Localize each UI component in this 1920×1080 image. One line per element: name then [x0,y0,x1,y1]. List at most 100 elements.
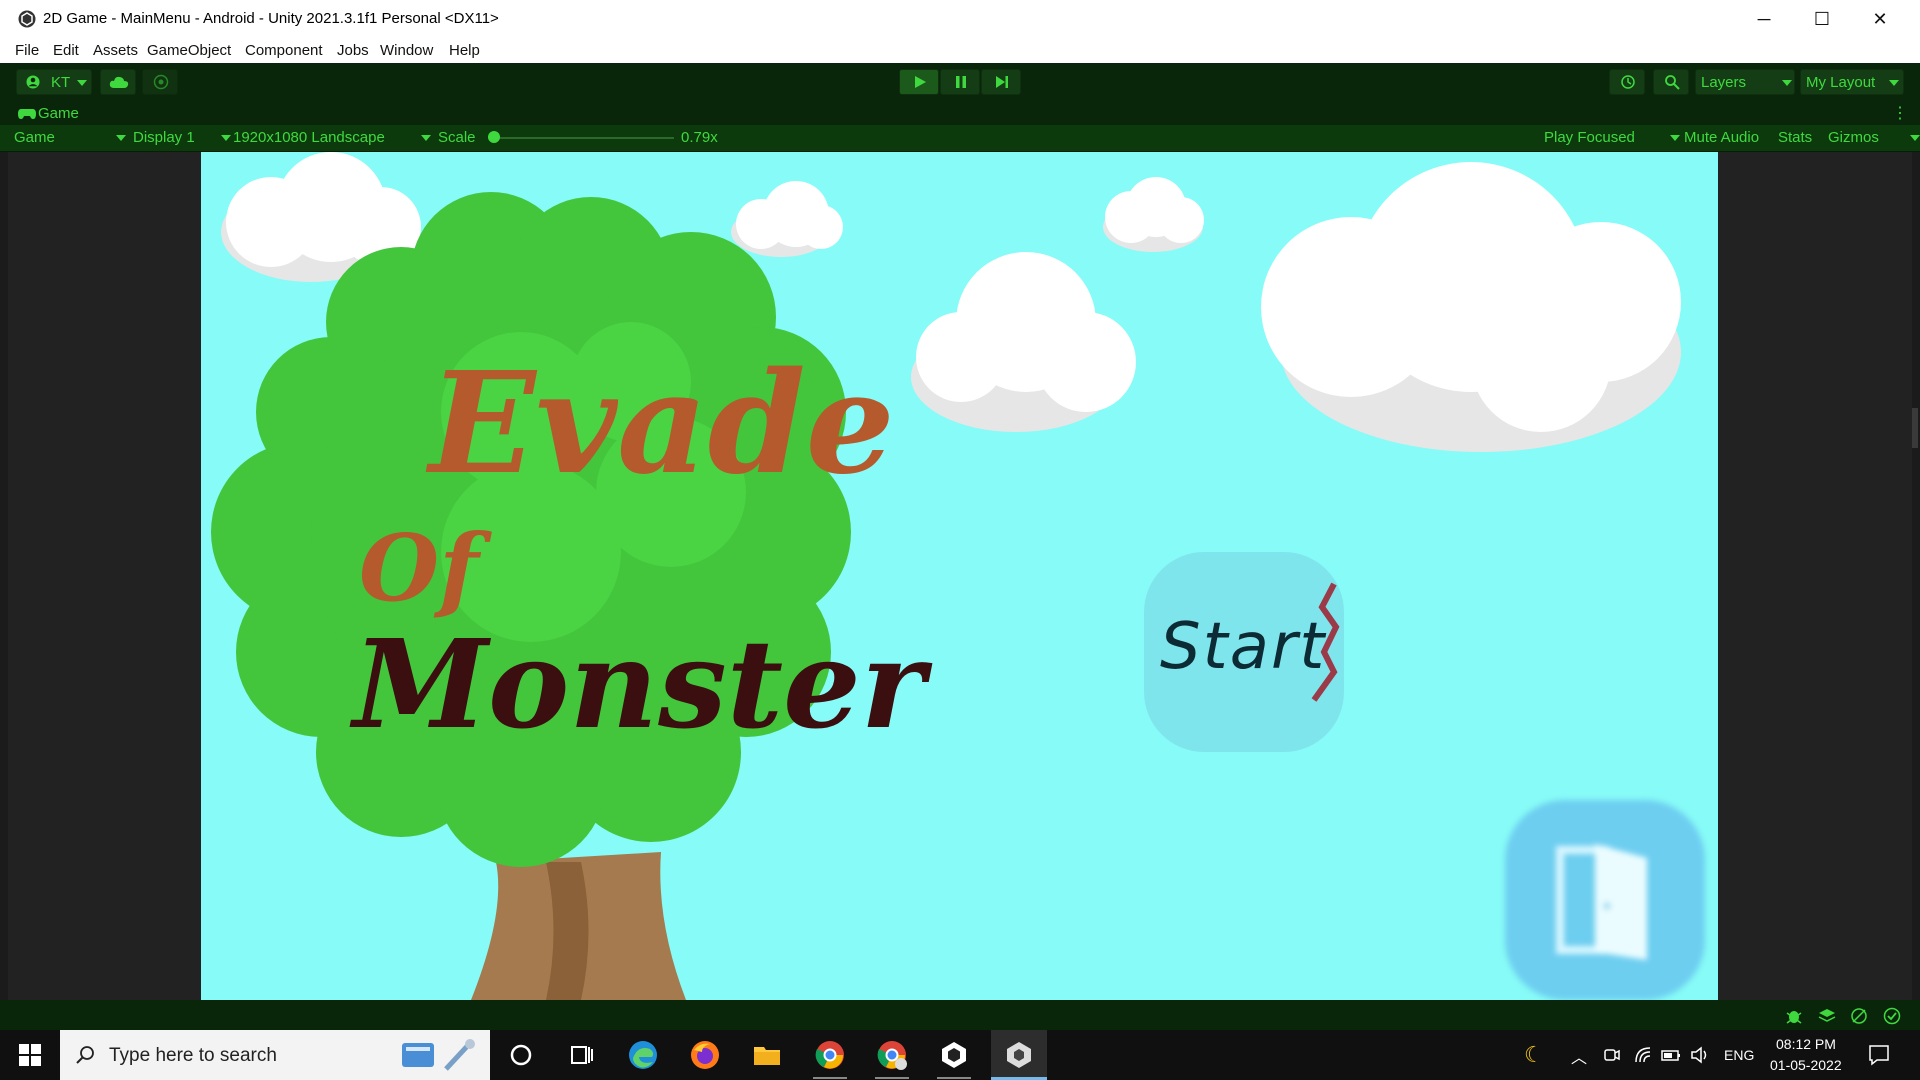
app-running-indicator [937,1077,971,1079]
cloud [731,181,843,257]
game-view-controls: Game Display 1 1920x1080 Landscape Scale… [0,125,1920,152]
scale-slider[interactable] [488,131,674,143]
step-icon [996,76,1008,88]
volume-icon[interactable] [1690,1046,1710,1064]
edge-icon[interactable] [628,1040,658,1070]
scale-value: 0.79x [681,129,718,146]
unity-editor-icon[interactable] [1004,1040,1034,1070]
gizmos-dropdown[interactable]: Gizmos [1828,129,1920,146]
menu-edit[interactable]: Edit [53,42,79,59]
play-icon [915,76,926,88]
menu-component[interactable]: Component [245,42,323,59]
menu-jobs[interactable]: Jobs [337,42,369,59]
chevron-up-icon[interactable]: ︿ [1571,1044,1587,1068]
cortana-icon[interactable] [506,1040,536,1070]
game-viewport[interactable]: Evade Of Monster Start [201,152,1718,1000]
cache-server-icon[interactable] [1850,1007,1868,1025]
chrome-icon[interactable] [815,1040,845,1070]
display-dropdown[interactable]: Display 1 [133,129,231,146]
meet-now-icon[interactable] [1603,1046,1621,1064]
chevron-down-icon [421,135,431,141]
layout-label: My Layout [1806,74,1876,91]
language-indicator[interactable]: ENG [1724,1047,1754,1063]
menu-gameobject[interactable]: GameObject [147,42,231,59]
pause-button[interactable] [940,69,980,95]
check-circle-icon[interactable] [1883,1007,1901,1025]
play-button[interactable] [899,69,939,95]
view-mode-dropdown[interactable]: Game [14,129,126,146]
pause-icon [956,76,966,88]
editor-status-bar [0,1000,1920,1030]
step-button[interactable] [981,69,1021,95]
play-mode-dropdown[interactable]: Play Focused [1544,129,1680,146]
menu-help[interactable]: Help [449,42,480,59]
notification-icon[interactable] [1868,1044,1890,1066]
unity-hub-icon[interactable] [939,1040,969,1070]
search-button[interactable] [1653,69,1689,95]
collab-icon [153,74,169,90]
menu-bar: File Edit Assets GameObject Component Jo… [0,38,1920,63]
layout-dropdown[interactable]: My Layout [1800,69,1904,95]
history-button[interactable] [1609,69,1645,95]
wifi-icon[interactable] [1634,1046,1652,1064]
stats-toggle[interactable]: Stats [1778,129,1812,146]
close-button[interactable]: ✕ [1851,0,1909,38]
resolution-label: 1920x1080 Landscape [233,129,385,146]
menu-assets[interactable]: Assets [93,42,138,59]
task-view-icon[interactable] [567,1040,597,1070]
title-of: Of [359,514,479,622]
display-label: Display 1 [133,129,195,146]
bug-icon[interactable] [1785,1007,1803,1025]
game-tab-row: Game ⋮ [0,101,1920,125]
exit-button[interactable] [1505,800,1705,1000]
taskbar-search-box[interactable]: Type here to search [60,1030,490,1080]
resolution-dropdown[interactable]: 1920x1080 Landscape [233,129,431,146]
start-button[interactable]: Start [1144,552,1344,752]
panel-scrollbar[interactable] [1912,408,1918,448]
play-mode-label: Play Focused [1544,129,1635,146]
search-highlight-icon [402,1039,475,1071]
night-light-icon[interactable]: ☾ [1524,1042,1544,1068]
title-monster: Monster [353,612,926,756]
tab-game[interactable]: Game [38,105,79,122]
minimize-button[interactable]: ─ [1735,0,1793,38]
layers-label: Layers [1701,74,1747,91]
chevron-down-icon [1910,135,1920,141]
account-label: KT [51,74,71,91]
menu-file[interactable]: File [15,42,39,59]
battery-icon[interactable] [1661,1046,1681,1064]
unity-logo-icon [18,10,36,28]
cloud-button[interactable] [100,69,136,95]
window-title-bar: 2D Game - MainMenu - Android - Unity 202… [0,0,1920,38]
scale-label: Scale [438,129,476,146]
app-running-indicator [875,1077,909,1079]
cloud [1103,177,1204,252]
firefox-icon[interactable] [690,1040,720,1070]
more-options-icon[interactable]: ⋮ [1892,103,1908,123]
clock-time[interactable]: 08:12 PM [1776,1036,1836,1052]
chrome-profile-icon[interactable] [877,1040,907,1070]
menu-window[interactable]: Window [380,42,433,59]
account-button[interactable]: KT [16,69,92,95]
search-icon [76,1046,94,1064]
collab-button[interactable] [142,69,178,95]
mute-audio-toggle[interactable]: Mute Audio [1684,129,1759,146]
maximize-button[interactable]: ☐ [1793,0,1851,38]
search-placeholder: Type here to search [109,1045,277,1066]
file-explorer-icon[interactable] [752,1040,782,1070]
layers-stack-icon[interactable] [1818,1007,1836,1025]
layers-dropdown[interactable]: Layers [1695,69,1795,95]
cloud-icon [109,76,129,88]
claw-mark [1311,582,1340,702]
start-label: Start [1160,610,1327,684]
windows-start-icon[interactable] [19,1044,41,1066]
window-title: 2D Game - MainMenu - Android - Unity 202… [43,10,499,27]
search-icon [1665,75,1680,90]
history-icon [1621,75,1635,89]
account-icon [26,75,40,89]
scale-slider-handle[interactable] [488,131,500,143]
chevron-down-icon [116,135,126,141]
clock-date[interactable]: 01-05-2022 [1770,1057,1842,1073]
gamepad-icon [18,109,36,119]
view-mode-label: Game [14,129,55,146]
